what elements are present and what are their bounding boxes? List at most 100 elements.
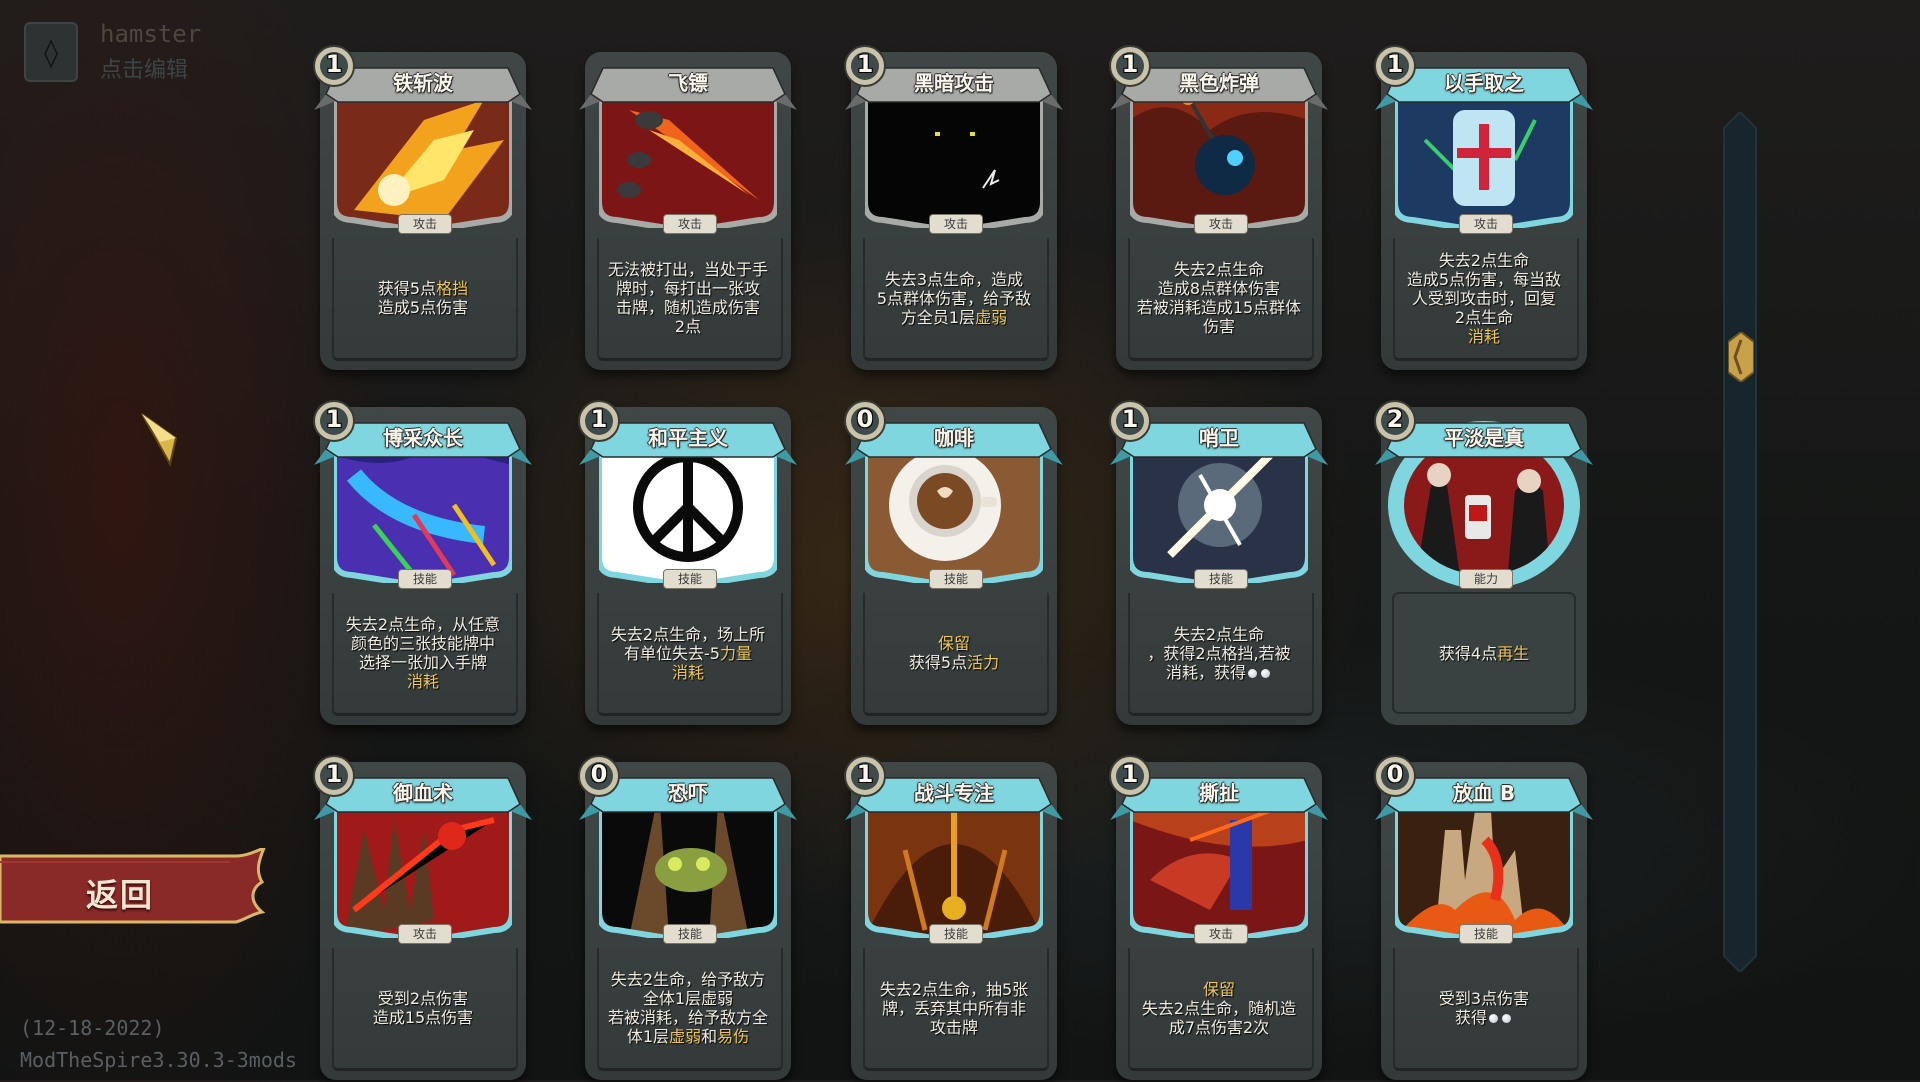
card-type-label: 攻击 xyxy=(398,924,452,944)
description-line: 选择一张加入手牌 xyxy=(359,653,487,672)
description-text: 若被消耗，给予敌方全 xyxy=(607,1008,768,1027)
description-line: 体1层虚弱和易伤 xyxy=(627,1027,749,1046)
description-line: 保留 xyxy=(938,634,970,653)
card-type-label: 技能 xyxy=(1194,569,1248,589)
card-cost: 1 xyxy=(325,760,343,788)
description-text: 失去2点生命 xyxy=(1173,260,1265,279)
version-mod: ModTheSpire3.30.3-3mods xyxy=(20,1048,297,1072)
card[interactable]: 黑暗攻击 1 攻击 失去3点生命，造成 5点群体伤害，给予敌 方全员1层虚弱 xyxy=(839,38,1069,372)
description-line: 攻击牌 xyxy=(930,1018,978,1037)
card[interactable]: 博采众长 1 技能 失去2点生命，从任意 颜色的三张技能牌中 选择一张加入手牌 消耗 xyxy=(308,393,538,727)
return-label: 返回 xyxy=(86,876,155,914)
description-text: 获得4点 xyxy=(1438,643,1498,663)
description-text: 牌时，每打出一张攻 xyxy=(615,279,760,298)
card-type-label: 攻击 xyxy=(1194,924,1248,944)
description-line: 无法被打出，当处于手 xyxy=(608,260,768,279)
description-text: 受到3点伤害 xyxy=(1438,989,1530,1008)
card-description: 获得5点格挡 造成5点伤害 xyxy=(332,248,514,348)
description-line: 消耗 xyxy=(1468,327,1500,346)
description-text: 失去2点生命，从任意 xyxy=(345,615,501,634)
description-line: 保留 xyxy=(1203,980,1235,999)
description-line: 伤害 xyxy=(1203,317,1235,336)
card[interactable]: 咖啡 0 技能 保留 获得5点活力 xyxy=(839,393,1069,727)
card-description: 失去2点生命 ，获得2点格挡,若被 消耗，获得 xyxy=(1128,603,1310,703)
card[interactable]: 飞镖 攻击 无法被打出，当处于手 牌时，每打出一张攻 击牌，随机造成伤害 2点 xyxy=(573,38,803,372)
description-line: 消耗 xyxy=(672,663,704,682)
card[interactable]: 以手取之 1 攻击 失去2点生命 造成5点伤害，每当敌 人受到攻击时，回复 2点生命 消耗 xyxy=(1369,38,1599,372)
card[interactable]: 黑色炸弹 1 攻击 失去2点生命 造成8点群体伤害 若被消耗造成15点群体 伤害 xyxy=(1104,38,1334,372)
card[interactable]: 哨卫 1 技能 失去2点生命 ，获得2点格挡,若被 消耗，获得 xyxy=(1104,393,1334,727)
card-cost: 0 xyxy=(856,405,874,433)
card-type-label: 攻击 xyxy=(1194,214,1248,234)
profile-name: hamster xyxy=(100,20,202,48)
description-text: 有单位失去-5 xyxy=(624,643,720,663)
card-type-label: 技能 xyxy=(929,924,983,944)
card[interactable]: 铁斩波 1 攻击 获得5点格挡 造成5点伤害 xyxy=(308,38,538,372)
description-line: 成7点伤害2次 xyxy=(1169,1018,1269,1037)
card-cost: 2 xyxy=(1386,405,1404,433)
card[interactable]: 御血术 1 攻击 受到2点伤害 造成15点伤害 xyxy=(308,748,538,1082)
description-line: 受到2点伤害 xyxy=(378,989,468,1008)
card-cost: 1 xyxy=(1121,760,1139,788)
keyword-text: 保留 xyxy=(937,634,970,653)
diamond-icon[interactable]: ◊ xyxy=(24,22,78,82)
description-line: 2点生命 xyxy=(1455,308,1513,327)
description-text: 方全员1层 xyxy=(900,307,976,327)
description-text: 获得 xyxy=(1454,1008,1487,1027)
scrollbar-thumb[interactable] xyxy=(1728,332,1754,382)
description-line: 有单位失去-5力量 xyxy=(624,644,752,663)
card-cost: 1 xyxy=(856,50,874,78)
version-date: (12-18-2022) xyxy=(20,1016,165,1040)
description-text: 获得5点 xyxy=(377,279,437,298)
card[interactable]: 撕扯 1 攻击 保留 失去2点生命，随机造 成7点伤害2次 xyxy=(1104,748,1334,1082)
description-text: 造成15点伤害 xyxy=(372,1008,474,1027)
description-text: 失去2生命，给予敌方 xyxy=(610,970,766,989)
description-text: 失去2点生命 xyxy=(1438,250,1530,270)
card[interactable]: 和平主义 1 技能 失去2点生命，场上所 有单位失去-5力量 消耗 xyxy=(573,393,803,727)
description-line: 方全员1层虚弱 xyxy=(901,308,1007,327)
card[interactable]: 平淡是真 2 能力 获得4点再生 xyxy=(1369,393,1599,727)
description-line: 失去2点生命，从任意 xyxy=(346,615,500,634)
card-cost: 1 xyxy=(590,405,608,433)
description-line: 失去2点生命 xyxy=(1174,260,1264,279)
card-type-label: 技能 xyxy=(663,924,717,944)
description-text: 伤害 xyxy=(1202,317,1235,336)
description-text: 2点 xyxy=(674,317,702,336)
keyword-text: 保留 xyxy=(1202,979,1235,999)
keyword-text: 力量 xyxy=(719,643,752,663)
description-line: 失去2点生命，随机造 xyxy=(1142,999,1296,1018)
card-description: 失去2点生命 造成5点伤害，每当敌 人受到攻击时，回复 2点生命 消耗 xyxy=(1393,248,1575,348)
description-line: 颜色的三张技能牌中 xyxy=(351,634,495,653)
card-cost: 1 xyxy=(856,760,874,788)
description-line: 5点群体伤害，给予敌 xyxy=(877,289,1031,308)
card[interactable]: 战斗专注 1 技能 失去2点生命，抽5张 牌，丢弃其中所有非 攻击牌 xyxy=(839,748,1069,1082)
card[interactable]: 恐吓 0 技能 失去2生命，给予敌方 全体1层虚弱 若被消耗，给予敌方全 体1层虚弱和易伤 xyxy=(573,748,803,1082)
card-cost: 1 xyxy=(1386,50,1404,78)
description-line: 消耗，获得 xyxy=(1166,663,1272,682)
card-type-label: 攻击 xyxy=(663,214,717,234)
description-line: 造成8点群体伤害 xyxy=(1158,279,1280,298)
description-text: 成7点伤害2次 xyxy=(1168,1017,1270,1037)
description-line: ，获得2点格挡,若被 xyxy=(1147,644,1290,663)
player-profile[interactable]: ◊ hamster 点击编辑 xyxy=(24,20,224,84)
profile-edit-link[interactable]: 点击编辑 xyxy=(100,52,188,84)
card-cost: 1 xyxy=(1121,50,1139,78)
keyword-text: 易伤 xyxy=(717,1027,750,1046)
keyword-text: 虚弱 xyxy=(975,307,1008,327)
card[interactable]: 放血 B 0 技能 受到3点伤害 获得 xyxy=(1369,748,1599,1082)
description-line: 若被消耗造成15点群体 xyxy=(1137,298,1301,317)
description-text: 失去3点生命，造成 xyxy=(884,269,1024,289)
return-button[interactable]: 返回 xyxy=(0,845,270,930)
description-line: 失去2点生命，抽5张 xyxy=(880,980,1028,999)
description-text: 人受到攻击时，回复 xyxy=(1411,288,1556,308)
description-line: 获得 xyxy=(1455,1008,1513,1027)
card-type-label: 技能 xyxy=(398,569,452,589)
card-type-label: 能力 xyxy=(1459,569,1513,589)
version-info: (12-18-2022) ModTheSpire3.30.3-3mods xyxy=(20,1012,297,1076)
scrollbar-track[interactable] xyxy=(1722,112,1758,972)
description-line: 失去2点生命，场上所 xyxy=(611,625,765,644)
card-cost: 0 xyxy=(1386,760,1404,788)
description-text: ，获得2点格挡,若被 xyxy=(1147,643,1291,663)
card-description: 获得4点再生 xyxy=(1393,603,1575,703)
description-line: 失去2生命，给予敌方 xyxy=(611,970,765,989)
